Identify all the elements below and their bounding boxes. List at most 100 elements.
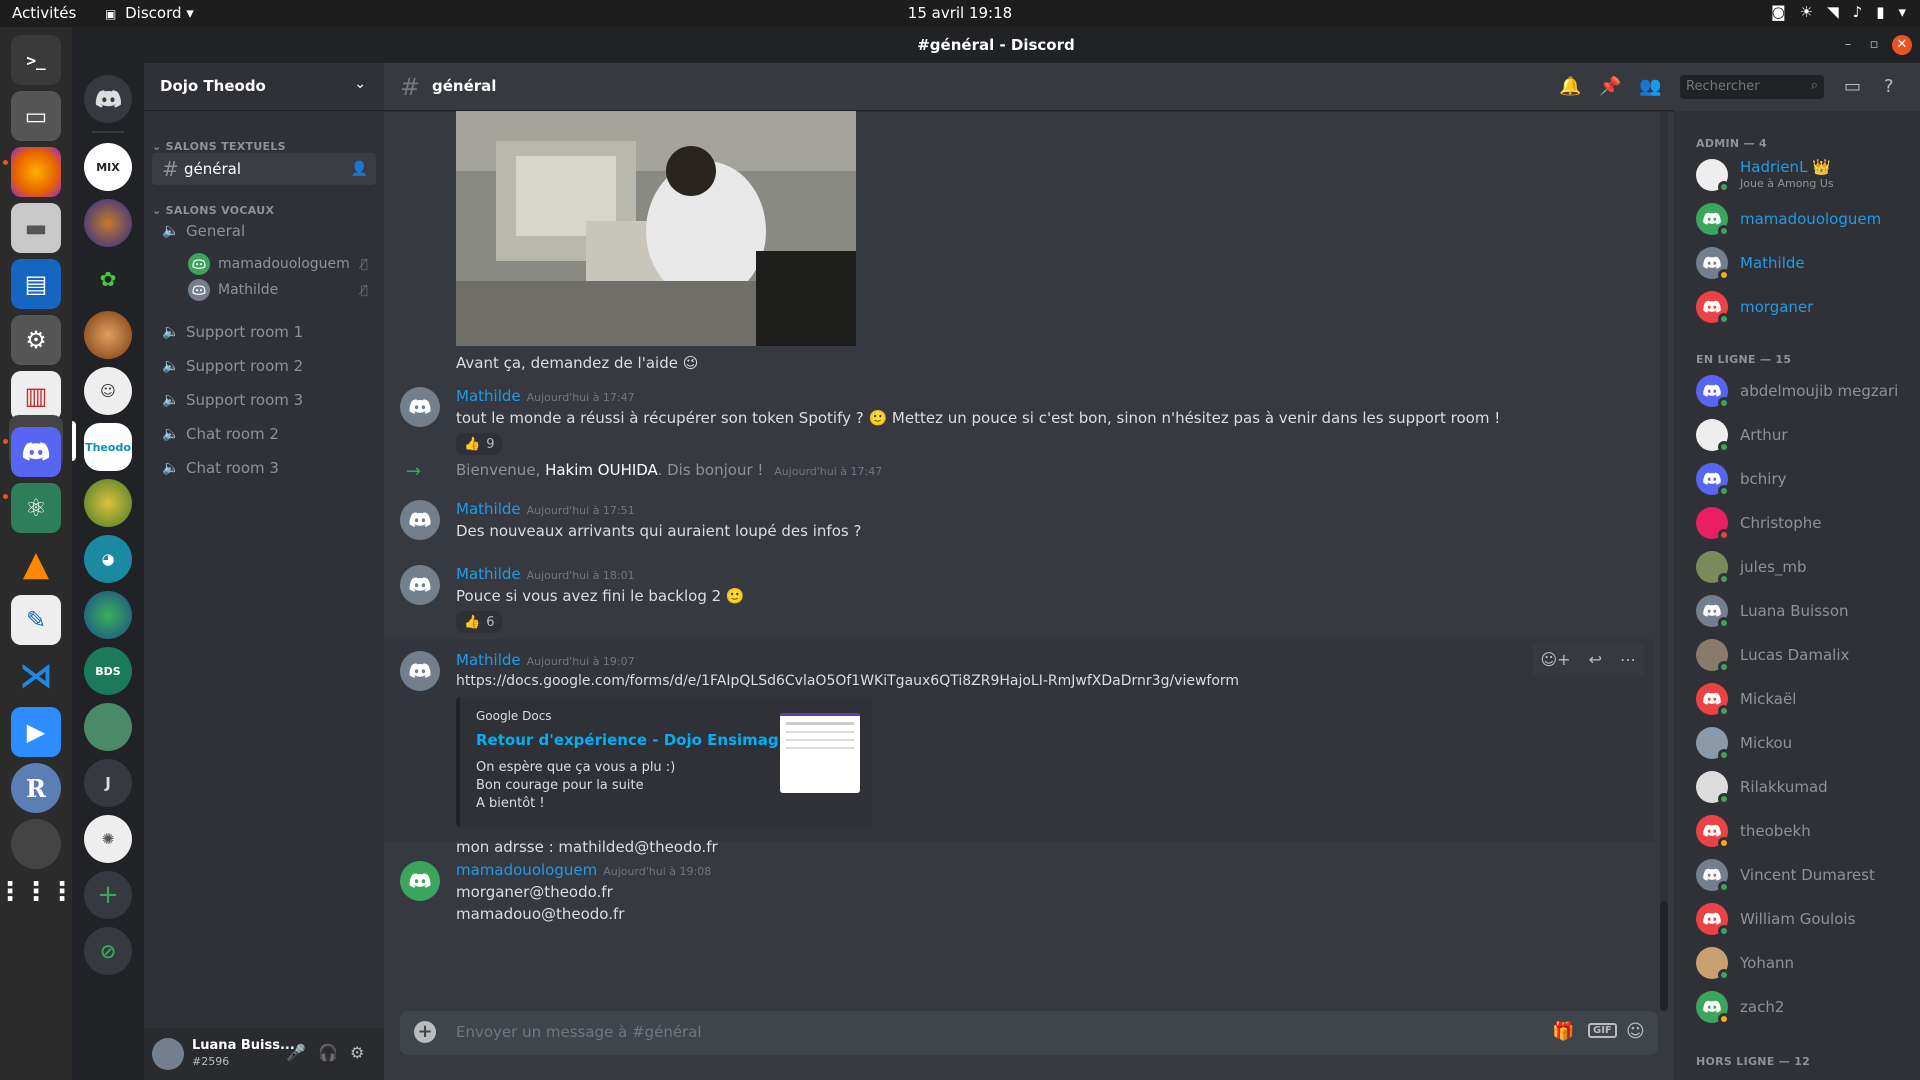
maximize-button[interactable]: ▫ bbox=[1864, 35, 1884, 55]
message-link[interactable]: https://docs.google.com/forms/d/e/1FAIpQ… bbox=[456, 673, 1239, 689]
gif-button[interactable]: GIF bbox=[1588, 1023, 1617, 1038]
server-icon-9[interactable] bbox=[84, 591, 132, 639]
add-server-button[interactable]: + bbox=[84, 871, 132, 919]
avatar[interactable] bbox=[400, 565, 440, 605]
joined-user[interactable]: Hakim OUHIDA bbox=[545, 461, 657, 479]
inbox-icon[interactable]: ▭ bbox=[1844, 76, 1861, 97]
gift-icon[interactable]: 🎁 bbox=[1552, 1021, 1574, 1042]
category-text[interactable]: ⌄ SALONS TEXTUELS bbox=[144, 140, 286, 153]
gif-image[interactable] bbox=[456, 111, 856, 346]
member-item[interactable]: Mickaël bbox=[1696, 679, 1916, 719]
text-editor-icon[interactable]: ✎ bbox=[11, 595, 61, 645]
member-item[interactable]: Christophe bbox=[1696, 503, 1916, 543]
member-list-icon[interactable]: 👥 bbox=[1639, 76, 1661, 97]
voice-channel-general[interactable]: 🔈 General bbox=[152, 215, 376, 247]
member-item[interactable]: Mickou bbox=[1696, 723, 1916, 763]
home-button[interactable] bbox=[84, 75, 132, 123]
member-item[interactable]: morganer bbox=[1696, 287, 1916, 327]
message-author[interactable]: Mathilde Aujourd'hui à 19:07 bbox=[456, 651, 635, 669]
zoom-icon[interactable]: ▶ bbox=[11, 707, 61, 757]
system-menu-chevron-icon[interactable]: ▾ bbox=[1898, 3, 1906, 21]
server-icon-7[interactable] bbox=[84, 479, 132, 527]
reaction-thumbs-up[interactable]: 👍 9 bbox=[456, 433, 503, 455]
message-author[interactable]: Mathilde Aujourd'hui à 17:51 bbox=[456, 500, 635, 518]
member-item[interactable]: William Goulois bbox=[1696, 899, 1916, 939]
discord-tray-icon[interactable]: ◙ bbox=[1771, 3, 1786, 21]
member-item[interactable]: jules_mb bbox=[1696, 547, 1916, 587]
minimize-button[interactable]: – bbox=[1838, 35, 1858, 55]
server-icon-8[interactable]: ◕ bbox=[84, 535, 132, 583]
message-author[interactable]: Mathilde Aujourd'hui à 17:47 bbox=[456, 387, 635, 405]
embed-thumbnail[interactable] bbox=[780, 713, 860, 793]
atom-icon[interactable]: ⚛ bbox=[11, 483, 61, 533]
microphone-icon[interactable]: 🎤 bbox=[286, 1043, 306, 1062]
server-icon-11[interactable] bbox=[84, 703, 132, 751]
member-item[interactable]: mamadouologuem bbox=[1696, 199, 1916, 239]
reply-icon[interactable]: ↩ bbox=[1589, 650, 1602, 669]
system-tray[interactable]: ◙ ☀ ◥ ♪ ▮ ▾ bbox=[1771, 3, 1906, 21]
member-item[interactable]: abdelmoujib megzari bbox=[1696, 371, 1916, 411]
message-list[interactable]: Avant ça, demandez de l'aide 😉 Mathilde A… bbox=[384, 111, 1674, 1011]
settings-icon[interactable]: ⚙ bbox=[11, 315, 61, 365]
server-icon-organize[interactable]: ✿ bbox=[84, 255, 132, 303]
bell-icon[interactable]: 🔔 bbox=[1559, 76, 1581, 97]
member-item[interactable]: HadrienL 👑 Joue à Among Us bbox=[1696, 155, 1916, 195]
server-icon-5[interactable]: ☺ bbox=[84, 367, 132, 415]
message-input[interactable]: + Envoyer un message à #général 🎁 GIF ☺ bbox=[400, 1011, 1658, 1055]
server-icon-bds[interactable]: BDS bbox=[84, 647, 132, 695]
emoji-icon[interactable]: ☺ bbox=[1626, 1021, 1645, 1042]
server-icon-j[interactable]: J bbox=[84, 759, 132, 807]
message-author[interactable]: Mathilde Aujourd'hui à 18:01 bbox=[456, 565, 635, 583]
show-apps-icon[interactable]: ⋮⋮⋮ bbox=[0, 867, 75, 917]
member-list[interactable]: ADMIN — 4 HadrienL 👑 Joue à Among Us mamad… bbox=[1674, 111, 1920, 1080]
server-icon-13[interactable]: ✺ bbox=[84, 815, 132, 863]
member-item[interactable]: theobekh bbox=[1696, 811, 1916, 851]
r-icon[interactable]: R bbox=[11, 763, 61, 813]
member-item[interactable]: Vincent Dumarest bbox=[1696, 855, 1916, 895]
files-icon[interactable]: ▬ bbox=[11, 203, 61, 253]
firefox-icon[interactable] bbox=[11, 147, 61, 197]
help-icon[interactable]: ? bbox=[1884, 76, 1894, 97]
avatar[interactable] bbox=[400, 861, 440, 901]
computer-icon[interactable]: ▭ bbox=[11, 91, 61, 141]
scrollbar[interactable] bbox=[1660, 111, 1668, 1011]
pin-icon[interactable]: 📌 bbox=[1599, 76, 1621, 97]
discord-dock-icon[interactable] bbox=[11, 427, 61, 477]
upload-plus-icon[interactable]: + bbox=[414, 1021, 436, 1043]
server-icon-mix[interactable]: MIX bbox=[84, 143, 132, 191]
document-viewer-icon[interactable]: ▥ bbox=[11, 371, 61, 421]
gear-icon[interactable]: ⚙ bbox=[350, 1043, 364, 1062]
member-item[interactable]: Lucas Damalix bbox=[1696, 635, 1916, 675]
avatar[interactable] bbox=[400, 651, 440, 691]
search-input[interactable]: Rechercher ⌕ bbox=[1680, 75, 1824, 99]
explore-servers-button[interactable]: ⊘ bbox=[84, 927, 132, 975]
voice-user[interactable]: Mathilde 🎙̸ bbox=[188, 277, 376, 303]
member-item[interactable]: bchiry bbox=[1696, 459, 1916, 499]
member-item[interactable]: zach2 bbox=[1696, 987, 1916, 1027]
member-item[interactable]: Mathilde bbox=[1696, 243, 1916, 283]
server-icon-2[interactable] bbox=[84, 199, 132, 247]
avatar[interactable] bbox=[400, 500, 440, 540]
server-icon-4[interactable] bbox=[84, 311, 132, 359]
voice-channel-support-3[interactable]: 🔈 Support room 3 bbox=[152, 384, 376, 416]
disk-icon[interactable] bbox=[11, 819, 61, 869]
server-header[interactable]: Dojo Theodo ⌄ bbox=[144, 63, 384, 111]
avatar[interactable] bbox=[400, 387, 440, 427]
voice-channel-chat-3[interactable]: 🔈 Chat room 3 bbox=[152, 452, 376, 484]
voice-user[interactable]: mamadouologuem 🎙̸ bbox=[188, 251, 376, 277]
avatar[interactable] bbox=[152, 1038, 184, 1070]
vlc-icon[interactable]: ▲ bbox=[11, 539, 61, 589]
user-name[interactable]: Luana Buiss... bbox=[192, 1038, 295, 1053]
close-window-button[interactable]: ✕ bbox=[1892, 35, 1912, 55]
channel-general[interactable]: # général 👤 bbox=[152, 153, 376, 185]
add-reaction-icon[interactable]: ☺+ bbox=[1541, 650, 1571, 669]
terminal-icon[interactable]: >_ bbox=[11, 35, 61, 85]
server-icon-theodo[interactable]: Theodo bbox=[84, 423, 132, 471]
scrollbar-thumb[interactable] bbox=[1660, 901, 1668, 1011]
member-item[interactable]: Yohann bbox=[1696, 943, 1916, 983]
member-item[interactable]: Arthur bbox=[1696, 415, 1916, 455]
vscode-icon[interactable]: ⋊ bbox=[11, 651, 61, 701]
member-item[interactable]: Rilakkumad bbox=[1696, 767, 1916, 807]
more-icon[interactable]: ⋯ bbox=[1620, 650, 1636, 669]
voice-channel-support-2[interactable]: 🔈 Support room 2 bbox=[152, 350, 376, 382]
